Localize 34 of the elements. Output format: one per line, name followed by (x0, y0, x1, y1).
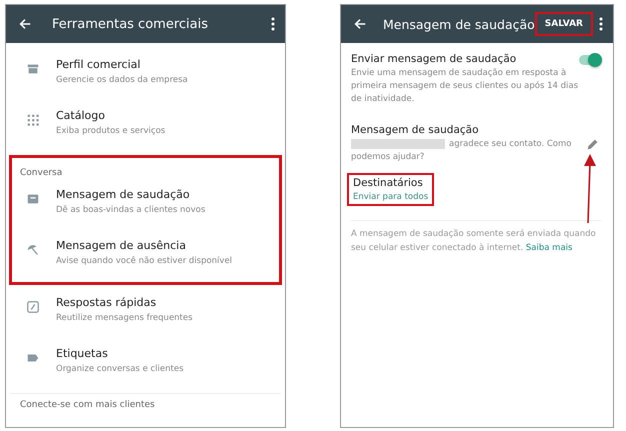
item-subtitle: Reutilize mensagens frequentes (56, 313, 193, 323)
item-title[interactable]: Mensagem de ausência (56, 239, 232, 252)
menu-icon[interactable] (599, 17, 603, 31)
item-title[interactable]: Catálogo (56, 109, 166, 122)
item-subtitle: Organize conversas e clientes (56, 364, 184, 374)
item-subtitle: Dê as boas-vindas a clientes novos (56, 205, 206, 215)
setting-title: Mensagem de saudação (351, 124, 480, 136)
umbrella-icon (26, 243, 40, 257)
grid-icon (26, 113, 40, 127)
section-header: Conecte-se com mais clientes (19, 400, 156, 410)
item-title[interactable]: Respostas rápidas (56, 296, 193, 309)
item-title[interactable]: Mensagem de saudação (56, 188, 206, 201)
save-button[interactable]: SALVAR (534, 12, 593, 36)
screen-title: Mensagem de saudação (382, 16, 535, 32)
menu-icon[interactable] (271, 17, 275, 31)
message-icon (26, 192, 40, 206)
store-icon (26, 62, 40, 76)
toggle-switch[interactable] (579, 55, 601, 65)
item-subtitle: Exiba produtos e serviços (56, 126, 166, 136)
setting-title: Enviar mensagem de saudação (351, 53, 518, 65)
item-title[interactable]: Perfil comercial (56, 58, 188, 71)
screen-title: Ferramentas comerciais (52, 16, 209, 32)
info-note: A mensagem de saudação somente será enviada quando seu celular estiver conectado à internet. Saiba mais (351, 220, 601, 255)
setting-description: Envie uma mensagem de saudação em resposta à primeira mensagem de seus clientes ou após 14 dias de inatividade. (351, 67, 579, 106)
back-arrow-icon[interactable] (353, 17, 367, 31)
recipients-setting[interactable]: Destinatários Enviar para todos (347, 173, 434, 206)
item-subtitle: Avise quando você não estiver disponível (56, 256, 232, 266)
back-arrow-icon[interactable] (18, 17, 32, 31)
learn-more-link[interactable]: Saiba mais (526, 243, 572, 253)
item-subtitle: Gerencie os dados da empresa (56, 75, 188, 85)
greeting-text: agradece seu contato. Como podemos ajudar? (351, 139, 572, 162)
pencil-icon[interactable] (586, 138, 599, 151)
section-header: Conversa (19, 167, 64, 180)
item-title[interactable]: Etiquetas (56, 347, 184, 360)
